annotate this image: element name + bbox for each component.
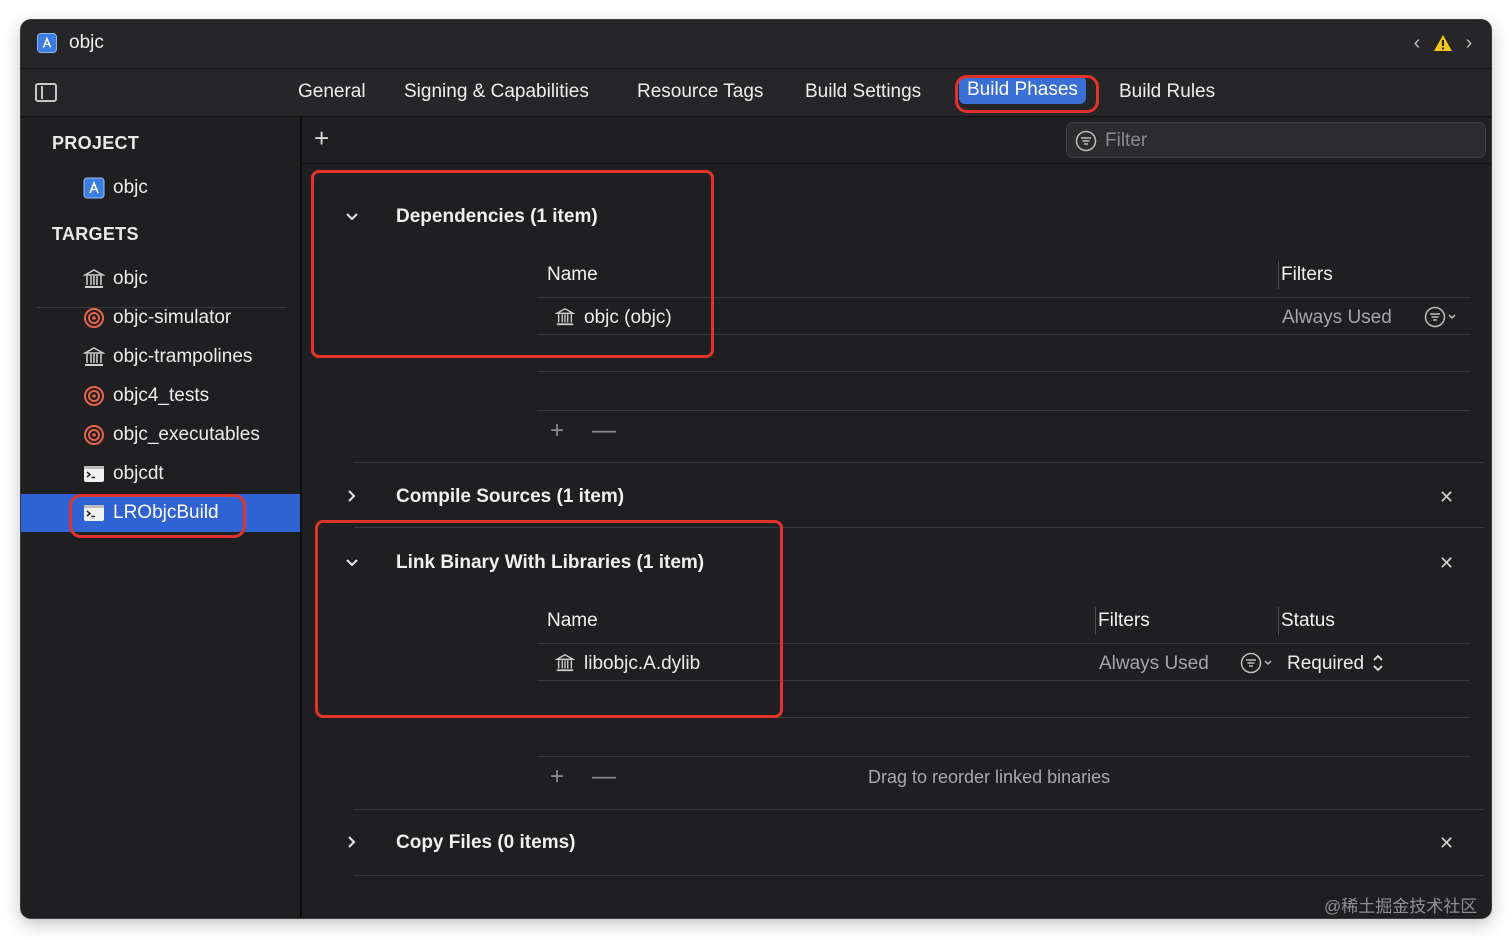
link-status-column-header: Status: [1281, 610, 1335, 631]
column-separator: [1278, 261, 1279, 289]
library-icon: [83, 269, 105, 288]
warning-icon[interactable]: [1433, 33, 1453, 53]
tab-resource-tags[interactable]: Resource Tags: [637, 81, 763, 103]
build-phases-toolbar: +: [302, 117, 1491, 164]
table-divider: [537, 371, 1470, 372]
target-icon: [84, 386, 104, 406]
filter-icon: [1075, 130, 1097, 152]
dependency-name: objc (objc): [584, 307, 672, 328]
dependencies-filters-column-header: Filters: [1281, 264, 1333, 285]
watermark-text: @稀土掘金技术社区: [1324, 897, 1478, 916]
tab-build-rules[interactable]: Build Rules: [1119, 81, 1215, 103]
window-title: objc: [69, 32, 104, 53]
sidebar-item-target-objc4-tests[interactable]: objc4_tests: [21, 377, 300, 415]
terminal-icon: [84, 505, 104, 521]
build-phases-editor: + Dependencies (1 item) Name Filters: [302, 117, 1491, 918]
library-icon: [83, 347, 105, 366]
sidebar-item-label: objc: [113, 268, 148, 289]
sidebar-item-label: objc-trampolines: [113, 346, 253, 367]
remove-library-button[interactable]: —: [592, 765, 616, 789]
remove-dependency-button[interactable]: —: [592, 419, 616, 443]
phase-divider: [354, 527, 1484, 528]
column-separator: [1095, 607, 1096, 635]
xcode-project-icon: [83, 177, 105, 199]
navigation-controls: ‹ ›: [1409, 32, 1477, 54]
xcode-project-icon: [37, 33, 57, 53]
sidebar-item-project-objc[interactable]: objc: [21, 169, 300, 207]
chevron-right-icon[interactable]: ›: [1461, 32, 1477, 54]
phase-divider: [354, 875, 1484, 876]
linked-library-name: libobjc.A.dylib: [584, 653, 701, 674]
linked-library-status[interactable]: Required: [1287, 653, 1364, 675]
tab-build-phases[interactable]: Build Phases: [959, 76, 1086, 104]
library-icon: [555, 308, 575, 326]
sidebar-toggle-icon[interactable]: [35, 83, 57, 102]
sidebar-item-target-objcdt[interactable]: objcdt: [21, 455, 300, 493]
chevron-up-down-icon[interactable]: [1371, 652, 1385, 674]
add-build-phase-button[interactable]: +: [314, 125, 329, 151]
filter-input[interactable]: [1103, 123, 1477, 159]
chevron-down-icon[interactable]: [344, 555, 360, 571]
targets-sidebar: PROJECT objc TARGETS objc objc-simulator…: [21, 117, 302, 918]
tab-signing-capabilities[interactable]: Signing & Capabilities: [404, 81, 589, 103]
sidebar-item-target-objc-simulator[interactable]: objc-simulator: [21, 299, 300, 337]
table-divider: [537, 756, 1470, 757]
table-divider: [537, 717, 1470, 718]
filter-menu-icon[interactable]: [1240, 652, 1276, 674]
sidebar-item-label: objc_executables: [113, 424, 260, 445]
sidebar-item-target-objc[interactable]: objc: [21, 260, 300, 298]
sidebar-item-label: LRObjcBuild: [113, 502, 219, 523]
link-filters-column-header: Filters: [1098, 610, 1150, 631]
dependencies-name-column-header: Name: [547, 264, 598, 285]
close-icon[interactable]: ✕: [1439, 554, 1454, 572]
sidebar-item-label: objc: [113, 177, 148, 198]
sidebar-item-target-lrobjcbuild[interactable]: LRObjcBuild: [21, 494, 300, 532]
chevron-left-icon[interactable]: ‹: [1409, 32, 1425, 54]
table-divider: [537, 410, 1470, 411]
project-section-header: PROJECT: [52, 133, 140, 153]
copy-files-phase-title[interactable]: Copy Files (0 items): [396, 832, 576, 854]
tab-general[interactable]: General: [298, 81, 366, 103]
close-icon[interactable]: ✕: [1439, 488, 1454, 506]
filter-menu-icon[interactable]: [1424, 306, 1460, 328]
targets-section-header: TARGETS: [52, 224, 139, 244]
dependencies-phase-title[interactable]: Dependencies (1 item): [396, 206, 598, 228]
title-bar: objc ‹ ›: [21, 20, 1491, 69]
sidebar-item-label: objc4_tests: [113, 385, 210, 406]
add-library-button[interactable]: +: [550, 765, 564, 789]
compile-sources-phase-title[interactable]: Compile Sources (1 item): [396, 486, 624, 508]
sidebar-item-label: objcdt: [113, 463, 164, 484]
tab-build-settings[interactable]: Build Settings: [805, 81, 921, 103]
reorder-hint-text: Drag to reorder linked binaries: [868, 767, 1111, 787]
target-icon: [84, 425, 104, 445]
sidebar-item-target-objc-executables[interactable]: objc_executables: [21, 416, 300, 454]
editor-tab-bar: General Signing & Capabilities Resource …: [21, 69, 1491, 117]
sidebar-item-label: objc-simulator: [113, 307, 232, 328]
link-binary-phase-title[interactable]: Link Binary With Libraries (1 item): [396, 552, 704, 574]
linked-library-filters: Always Used: [1099, 653, 1209, 674]
target-icon: [84, 308, 104, 328]
table-divider: [537, 643, 1470, 644]
chevron-down-icon[interactable]: [344, 209, 360, 225]
add-dependency-button[interactable]: +: [550, 419, 564, 443]
table-divider: [537, 334, 1470, 335]
column-separator: [1278, 607, 1279, 635]
phase-divider: [354, 462, 1484, 463]
sidebar-item-target-objc-trampolines[interactable]: objc-trampolines: [21, 338, 300, 376]
terminal-icon: [84, 466, 104, 482]
chevron-right-icon[interactable]: [344, 834, 360, 850]
dependency-filters: Always Used: [1282, 307, 1392, 328]
table-divider: [537, 680, 1470, 681]
xcode-window: objc ‹ › General Signing & Capabilities …: [21, 20, 1491, 918]
link-name-column-header: Name: [547, 610, 598, 631]
phase-divider: [354, 809, 1484, 810]
chevron-right-icon[interactable]: [344, 488, 360, 504]
filter-field[interactable]: [1066, 122, 1486, 159]
table-divider: [537, 297, 1470, 298]
library-icon: [555, 654, 575, 672]
close-icon[interactable]: ✕: [1439, 834, 1454, 852]
